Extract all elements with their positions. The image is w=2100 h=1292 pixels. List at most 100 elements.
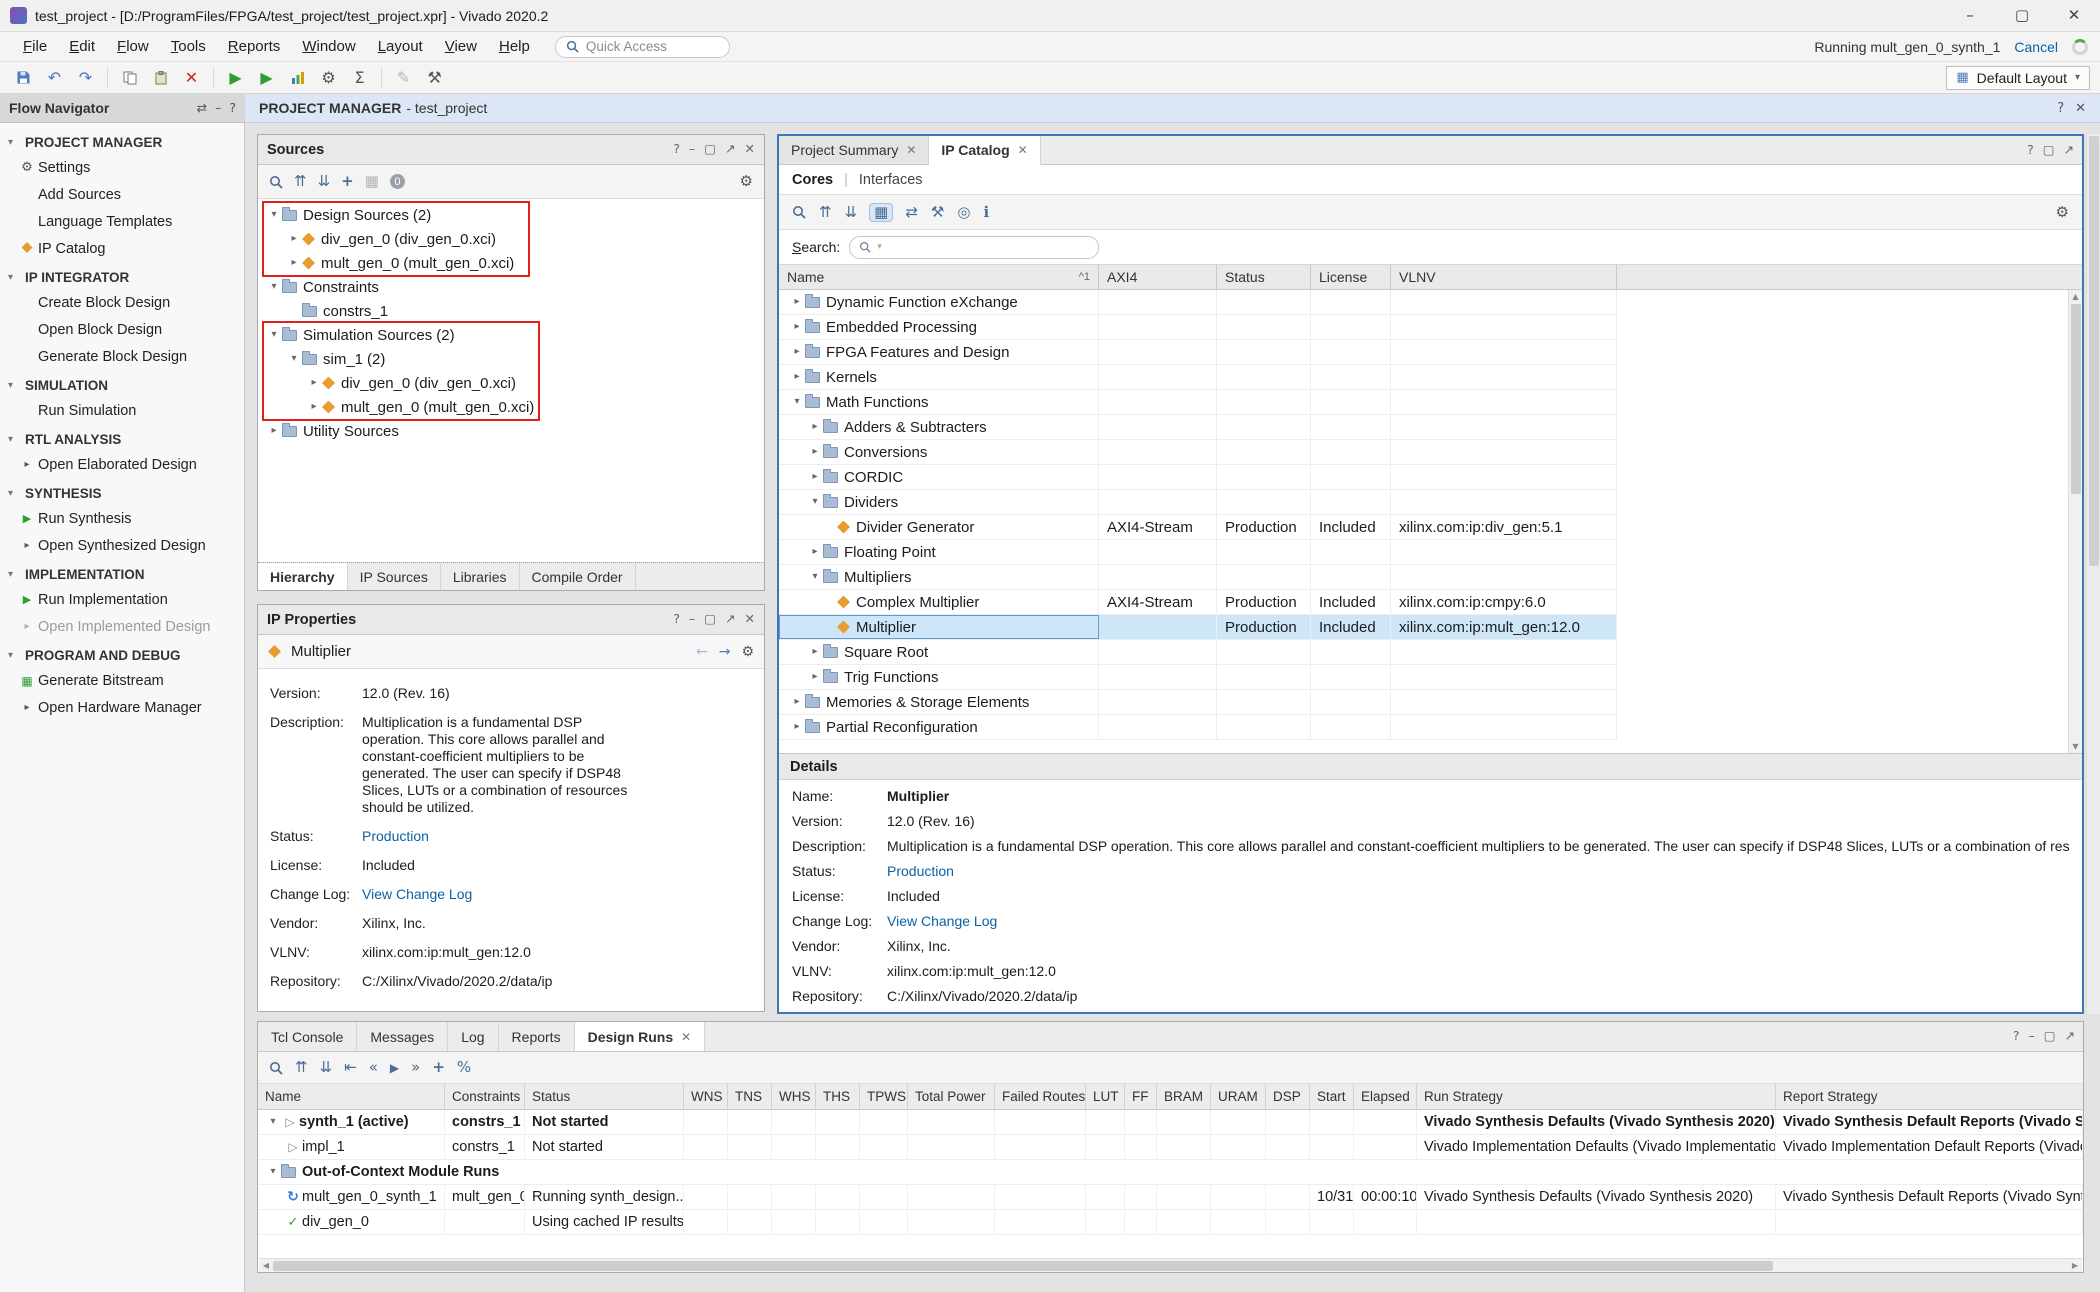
nav-section-synthesis[interactable]: ▾SYNTHESIS	[0, 478, 244, 505]
tab-ip-sources[interactable]: IP Sources	[348, 563, 441, 590]
expand-icon[interactable]: ▸	[807, 672, 823, 682]
column-header[interactable]: Report Strategy	[1776, 1084, 2083, 1109]
menu-file[interactable]: File	[12, 34, 58, 59]
maximize-icon[interactable]: ▢	[2043, 144, 2055, 157]
close-icon[interactable]: ✕	[745, 143, 755, 156]
category-row[interactable]: ▸Memories & Storage Elements	[779, 690, 1617, 715]
step-forward-icon[interactable]: »	[411, 1060, 420, 1075]
layout-selector[interactable]: ▦ Default Layout ▾	[1946, 66, 2090, 90]
category-row[interactable]: ▸Conversions	[779, 440, 1617, 465]
column-vlnv[interactable]: VLNV	[1391, 265, 1617, 289]
collapse-icon[interactable]: ▾	[286, 354, 302, 364]
gear-icon[interactable]: ⚙	[2056, 205, 2069, 220]
column-header[interactable]: Start	[1310, 1084, 1354, 1109]
tab-hierarchy[interactable]: Hierarchy	[258, 563, 348, 590]
column-header[interactable]: Name	[258, 1084, 445, 1109]
category-row[interactable]: ▸CORDIC	[779, 465, 1617, 490]
delete-icon[interactable]: ✕	[178, 65, 205, 91]
tree-row-sim-1[interactable]: ▾sim_1(2)	[258, 347, 764, 371]
menu-edit[interactable]: Edit	[58, 34, 106, 59]
collapse-icon[interactable]: ▾	[266, 210, 282, 220]
tab-reports[interactable]: Reports	[499, 1022, 575, 1051]
tab-libraries[interactable]: Libraries	[441, 563, 520, 590]
column-header[interactable]: URAM	[1211, 1084, 1266, 1109]
tree-row-simulation-sources[interactable]: ▾Simulation Sources(2)	[258, 323, 764, 347]
minimize-icon[interactable]: –	[689, 613, 695, 626]
menu-reports[interactable]: Reports	[217, 34, 292, 59]
column-license[interactable]: License	[1311, 265, 1391, 289]
expand-icon[interactable]: ▸	[789, 322, 805, 332]
collapse-icon[interactable]: ▾	[807, 572, 823, 582]
category-row[interactable]: ▾Math Functions	[779, 390, 1617, 415]
column-header[interactable]: TPWS	[860, 1084, 908, 1109]
nav-item-create-block-design[interactable]: Create Block Design	[0, 289, 244, 316]
save-icon[interactable]	[10, 65, 37, 91]
tab-ip-catalog[interactable]: IP Catalog✕	[929, 136, 1040, 165]
expand-all-icon[interactable]: ⇊	[845, 205, 858, 220]
run-group-out-of-context[interactable]: ▾Out-of-Context Module Runs	[258, 1160, 2083, 1185]
nav-item-settings[interactable]: ⚙Settings	[0, 154, 244, 181]
expand-icon[interactable]: ▸	[807, 422, 823, 432]
tree-row-design-sources[interactable]: ▾Design Sources(2)	[258, 203, 764, 227]
collapse-icon[interactable]: ▾	[265, 1167, 281, 1177]
tools-icon[interactable]: ⚒	[421, 65, 448, 91]
group-by-category-icon[interactable]: ▦	[870, 204, 892, 221]
expand-all-icon[interactable]: ⇊	[318, 174, 331, 189]
tree-row-constraints[interactable]: ▾Constraints	[258, 275, 764, 299]
nav-item-run-synthesis[interactable]: ▶Run Synthesis	[0, 505, 244, 532]
nav-item-generate-bitstream[interactable]: ▦Generate Bitstream	[0, 667, 244, 694]
expand-icon[interactable]: ▸	[807, 472, 823, 482]
column-header[interactable]: Constraints	[445, 1084, 525, 1109]
status-link[interactable]: Production	[887, 863, 2069, 879]
category-row[interactable]: ▸Partial Reconfiguration	[779, 715, 1617, 740]
settings-icon[interactable]: ⚙	[315, 65, 342, 91]
column-status[interactable]: Status	[1217, 265, 1311, 289]
expand-icon[interactable]: ▸	[789, 347, 805, 357]
run-row-impl-1[interactable]: ▷impl_1 constrs_1 Not started Vivado Imp…	[258, 1135, 2083, 1160]
help-icon[interactable]: ?	[2057, 102, 2064, 115]
category-row[interactable]: ▾Multipliers	[779, 565, 1617, 590]
help-icon[interactable]: ?	[673, 143, 680, 156]
tree-row-mult-gen-0[interactable]: ▸mult_gen_0(mult_gen_0.xci)	[258, 251, 764, 275]
minimize-button[interactable]: –	[1944, 0, 1996, 31]
ip-row-divider-generator[interactable]: Divider GeneratorAXI4-StreamProductionIn…	[779, 515, 1617, 540]
minimize-panel-icon[interactable]: –	[215, 102, 221, 115]
column-header[interactable]: Run Strategy	[1417, 1084, 1776, 1109]
go-first-icon[interactable]: ⇤	[344, 1060, 357, 1075]
redo-icon[interactable]: ↷	[72, 65, 99, 91]
column-header[interactable]: BRAM	[1157, 1084, 1211, 1109]
expand-icon[interactable]: ▸	[807, 447, 823, 457]
customize-icon[interactable]: ⚒	[931, 205, 944, 220]
run-icon[interactable]: ▶	[222, 65, 249, 91]
menu-tools[interactable]: Tools	[160, 34, 217, 59]
minimize-icon[interactable]: –	[2028, 1030, 2034, 1043]
forward-icon[interactable]: →	[719, 645, 731, 659]
maximize-icon[interactable]: ▢	[704, 143, 716, 156]
search-icon[interactable]	[269, 1061, 283, 1075]
help-icon[interactable]: ?	[2013, 1030, 2020, 1043]
view-interfaces[interactable]: Interfaces	[859, 172, 923, 188]
nav-item-language-templates[interactable]: Language Templates	[0, 208, 244, 235]
help-icon[interactable]: ?	[2027, 144, 2034, 157]
collapse-icon[interactable]: ▾	[265, 1117, 281, 1127]
nav-item-ip-catalog[interactable]: IP Catalog	[0, 235, 244, 262]
window-vertical-scrollbar[interactable]	[2086, 134, 2100, 1014]
scrollbar-thumb[interactable]	[2089, 136, 2099, 566]
tree-row-utility-sources[interactable]: ▸Utility Sources	[258, 419, 764, 443]
copy-icon[interactable]	[116, 65, 143, 91]
collapse-icon[interactable]: ▾	[807, 497, 823, 507]
run-row-mult-gen-0-synth-1[interactable]: ↻mult_gen_0_synth_1 mult_gen_0 Running s…	[258, 1185, 2083, 1210]
expand-icon[interactable]: ▸	[286, 258, 302, 268]
restore-defaults-icon[interactable]: ⇄	[905, 205, 918, 220]
collapse-icon[interactable]: ▾	[789, 397, 805, 407]
nav-section-implementation[interactable]: ▾IMPLEMENTATION	[0, 559, 244, 586]
info-icon[interactable]: ℹ	[983, 205, 989, 220]
nav-item-open-implemented-design[interactable]: ▸Open Implemented Design	[0, 613, 244, 640]
undo-icon[interactable]: ↶	[41, 65, 68, 91]
run-row-div-gen-0[interactable]: ✓div_gen_0 Using cached IP results	[258, 1210, 2083, 1235]
nav-section-project-manager[interactable]: ▾PROJECT MANAGER	[0, 127, 244, 154]
step-run-icon[interactable]: ▶	[253, 65, 280, 91]
scroll-down-icon[interactable]: ▼	[2072, 740, 2078, 753]
gear-icon[interactable]: ⚙	[740, 174, 753, 189]
expand-icon[interactable]: ▸	[266, 426, 282, 436]
